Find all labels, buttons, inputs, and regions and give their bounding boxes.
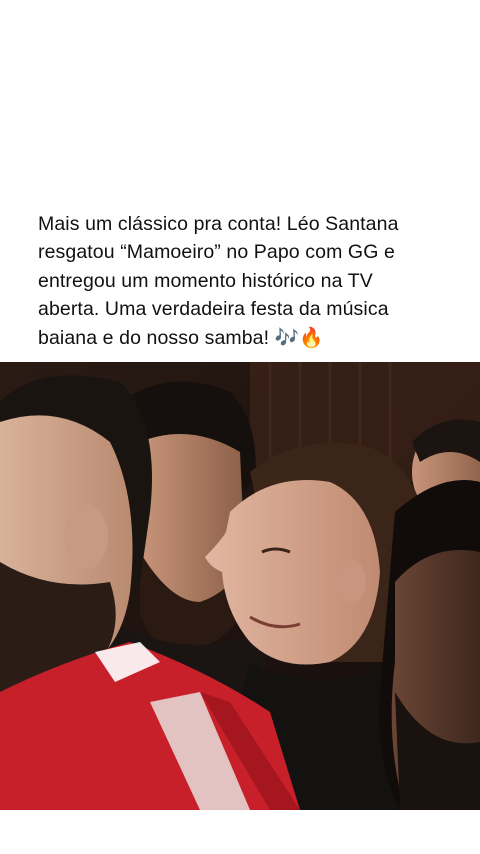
post-caption: Mais um clássico pra conta! Léo Santana … [38,213,399,349]
video-frame [0,362,480,810]
bottom-spacer [0,810,480,854]
person-bearded-right [379,480,480,810]
video-player[interactable] [0,362,480,810]
